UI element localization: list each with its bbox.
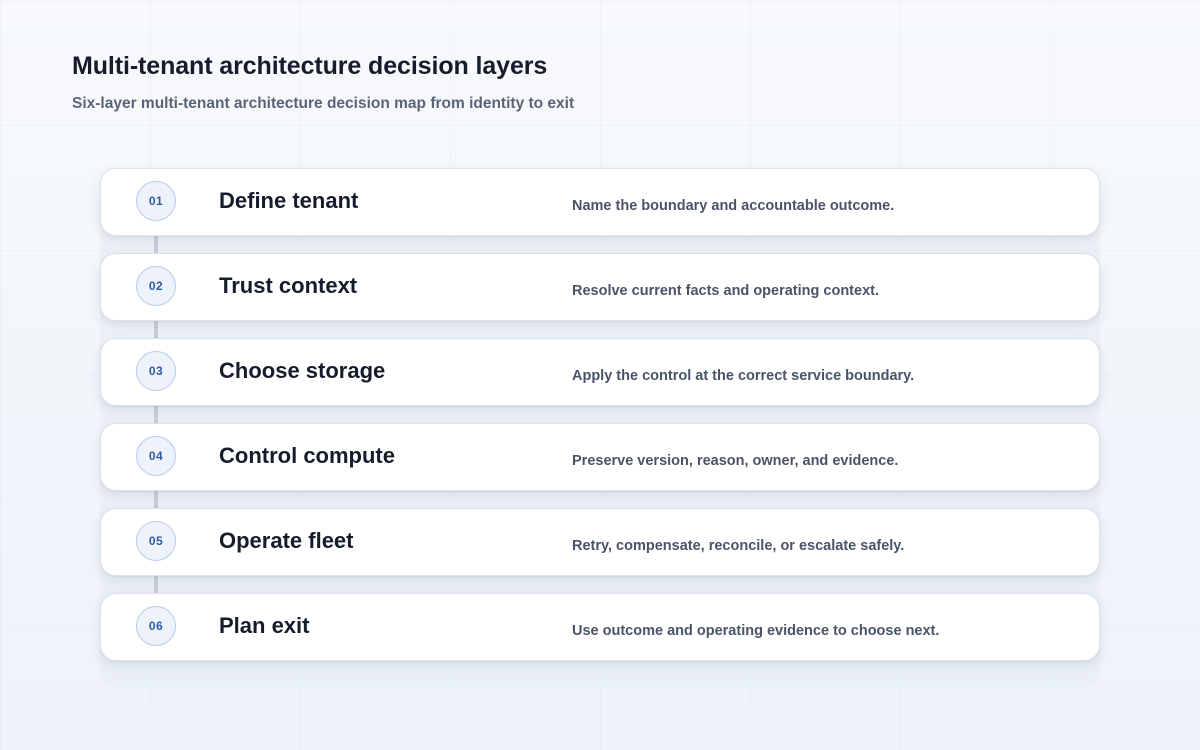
layer-number-badge: 06 [136, 606, 176, 646]
layer-card-choose-storage: 03 Choose storage Apply the control at t… [100, 338, 1100, 406]
layer-connector [154, 406, 158, 424]
layer-description: Name the boundary and accountable outcom… [572, 198, 895, 214]
layer-description: Use outcome and operating evidence to ch… [572, 623, 940, 639]
layer-number-badge: 02 [136, 266, 176, 306]
layer-card-plan-exit: 06 Plan exit Use outcome and operating e… [100, 593, 1100, 661]
layer-connector [154, 491, 158, 509]
layer-number-badge: 01 [136, 181, 176, 221]
layer-connector [154, 321, 158, 339]
layer-name: Choose storage [219, 358, 386, 383]
layer-name: Trust context [219, 273, 358, 298]
layer-name: Control compute [219, 443, 395, 468]
layer-card-define-tenant: 01 Define tenant Name the boundary and a… [100, 168, 1100, 236]
layer-name: Plan exit [219, 613, 310, 638]
layer-card-operate-fleet: 05 Operate fleet Retry, compensate, reco… [100, 508, 1100, 576]
layer-description: Resolve current facts and operating cont… [572, 283, 879, 299]
layer-number-badge: 04 [136, 436, 176, 476]
layer-card-control-compute: 04 Control compute Preserve version, rea… [100, 423, 1100, 491]
layer-description: Preserve version, reason, owner, and evi… [572, 453, 899, 469]
layer-connector [154, 236, 158, 254]
layer-description: Retry, compensate, reconcile, or escalat… [572, 538, 905, 554]
page-subtitle: Six-layer multi-tenant architecture deci… [72, 95, 575, 112]
page-title: Multi-tenant architecture decision layer… [72, 52, 548, 80]
layer-description: Apply the control at the correct service… [572, 368, 915, 384]
layer-card-trust-context: 02 Trust context Resolve current facts a… [100, 253, 1100, 321]
layer-number-badge: 03 [136, 351, 176, 391]
layer-number-badge: 05 [136, 521, 176, 561]
layer-name: Define tenant [219, 188, 359, 213]
layer-name: Operate fleet [219, 528, 354, 553]
layer-connector [154, 576, 158, 594]
